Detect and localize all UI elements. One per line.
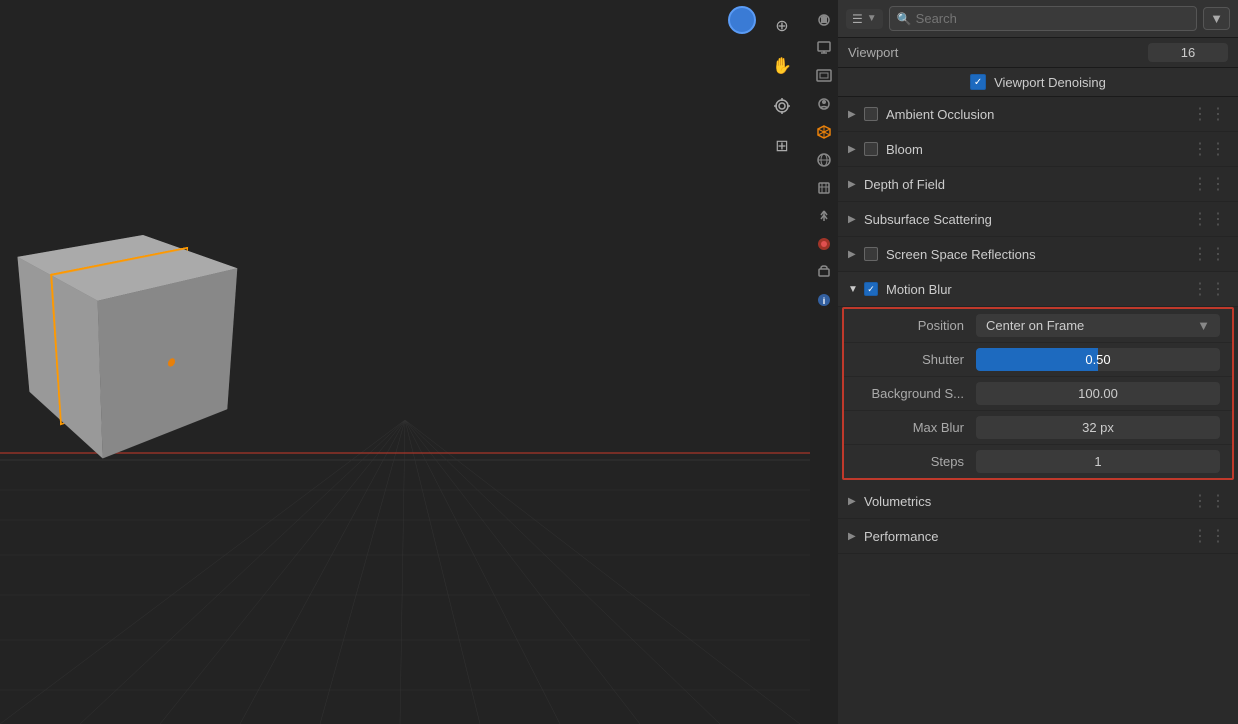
camera-tool-icon[interactable] [766,90,798,122]
motion-blur-label: Motion Blur [886,282,1192,297]
zoom-tool-icon[interactable]: ⊕ [766,10,798,42]
properties-content: ☰ ▼ 🔍 ▼ Viewport 16 ✓ Viewport Denoising… [838,0,1238,724]
3d-viewport[interactable]: ⊕ ✋ ⊞ [0,0,810,724]
max-blur-row: Max Blur 32 px [844,411,1232,445]
steps-value[interactable]: 1 [976,450,1220,473]
max-blur-label: Max Blur [856,420,976,435]
sidebar-icon-object[interactable] [812,176,836,200]
sidebar-icon-data[interactable]: i [812,288,836,312]
bloom-checkbox[interactable] [864,142,878,156]
ambient-occlusion-dots: ⋮⋮ [1192,104,1228,124]
position-value: Center on Frame [986,318,1084,333]
bloom-dots: ⋮⋮ [1192,139,1228,159]
svg-text:i: i [823,296,826,306]
subsurface-scattering-dots: ⋮⋮ [1192,209,1228,229]
performance-arrow: ▶ [848,531,860,542]
properties-sidebar: i [810,0,838,724]
ambient-occlusion-label: Ambient Occlusion [886,107,1192,122]
search-input[interactable] [889,6,1197,31]
shutter-row: Shutter 0.50 [844,343,1232,377]
subsurface-scattering-label: Subsurface Scattering [864,212,1192,227]
viewport-samples-label: Viewport [848,45,1148,60]
position-dropdown[interactable]: Center on Frame ▼ [976,314,1220,337]
motion-blur-arrow: ▼ [848,284,860,295]
background-scale-value[interactable]: 100.00 [976,382,1220,405]
ambient-occlusion-arrow: ▶ [848,109,860,120]
menu-dropdown-arrow: ▼ [867,13,877,24]
sidebar-icon-scene-props[interactable] [812,120,836,144]
viewport-denoising-checkbox[interactable]: ✓ [970,74,986,90]
shutter-value[interactable]: 0.50 [976,348,1220,371]
sidebar-icon-particles[interactable] [812,204,836,228]
volumetrics-arrow: ▶ [848,496,860,507]
performance-dots: ⋮⋮ [1192,526,1228,546]
sidebar-icon-output[interactable] [812,64,836,88]
motion-blur-expanded-content: Position Center on Frame ▼ Shutter 0.50 … [842,307,1234,480]
position-row: Position Center on Frame ▼ [844,309,1232,343]
properties-menu-button[interactable]: ☰ ▼ [846,9,883,29]
sidebar-icon-render[interactable] [812,36,836,60]
search-wrapper: 🔍 [889,6,1197,31]
motion-blur-checkbox[interactable]: ✓ [864,282,878,296]
position-dropdown-arrow: ▼ [1197,318,1210,333]
properties-list: ▶ Ambient Occlusion ⋮⋮ ▶ Bloom ⋮⋮ ▶ Dept… [838,97,1238,724]
motion-blur-row[interactable]: ▼ ✓ Motion Blur ⋮⋮ [838,272,1238,307]
screen-space-reflections-row[interactable]: ▶ Screen Space Reflections ⋮⋮ [838,237,1238,272]
background-scale-row: Background S... 100.00 [844,377,1232,411]
subsurface-scattering-arrow: ▶ [848,214,860,225]
depth-of-field-label: Depth of Field [864,177,1192,192]
viewport-denoising-label: Viewport Denoising [994,75,1106,90]
steps-label: Steps [856,454,976,469]
ssr-label: Screen Space Reflections [886,247,1192,262]
sidebar-icon-constraints[interactable] [812,260,836,284]
viewport-samples-value[interactable]: 16 [1148,43,1228,62]
ssr-dots: ⋮⋮ [1192,244,1228,264]
pan-tool-icon[interactable]: ✋ [766,50,798,82]
bloom-arrow: ▶ [848,144,860,155]
sidebar-icon-scene[interactable] [812,8,836,32]
properties-header: ☰ ▼ 🔍 ▼ [838,0,1238,38]
ambient-occlusion-checkbox[interactable] [864,107,878,121]
filter-dropdown[interactable]: ▼ [1203,7,1230,30]
cube-object [50,260,230,440]
bloom-row[interactable]: ▶ Bloom ⋮⋮ [838,132,1238,167]
sidebar-icon-physics[interactable] [812,232,836,256]
ambient-occlusion-row[interactable]: ▶ Ambient Occlusion ⋮⋮ [838,97,1238,132]
steps-row: Steps 1 [844,445,1232,478]
subsurface-scattering-row[interactable]: ▶ Subsurface Scattering ⋮⋮ [838,202,1238,237]
max-blur-value[interactable]: 32 px [976,416,1220,439]
sidebar-icon-world[interactable] [812,148,836,172]
performance-row[interactable]: ▶ Performance ⋮⋮ [838,519,1238,554]
cube-mesh [53,250,186,422]
background-scale-label: Background S... [856,386,976,401]
menu-icon: ☰ [852,12,863,26]
performance-label: Performance [864,529,1192,544]
ssr-arrow: ▶ [848,249,860,260]
bloom-label: Bloom [886,142,1192,157]
viewport-samples-row: Viewport 16 [838,38,1238,68]
volumetrics-label: Volumetrics [864,494,1192,509]
viewport-toolbar: ⊕ ✋ ⊞ [766,10,798,162]
ssr-checkbox[interactable] [864,247,878,261]
shutter-label: Shutter [856,352,976,367]
properties-panel: i ☰ ▼ 🔍 ▼ Viewport 16 ✓ Viewport Denoisi… [810,0,1238,724]
depth-of-field-dots: ⋮⋮ [1192,174,1228,194]
volumetrics-dots: ⋮⋮ [1192,491,1228,511]
sidebar-icon-view-layer[interactable] [812,92,836,116]
grid-tool-icon[interactable]: ⊞ [766,130,798,162]
viewport-navigation-circle[interactable] [728,6,756,34]
viewport-denoising-row: ✓ Viewport Denoising [838,68,1238,97]
depth-of-field-arrow: ▶ [848,179,860,190]
motion-blur-dots: ⋮⋮ [1192,279,1228,299]
position-label: Position [856,318,976,333]
volumetrics-row[interactable]: ▶ Volumetrics ⋮⋮ [838,484,1238,519]
depth-of-field-row[interactable]: ▶ Depth of Field ⋮⋮ [838,167,1238,202]
